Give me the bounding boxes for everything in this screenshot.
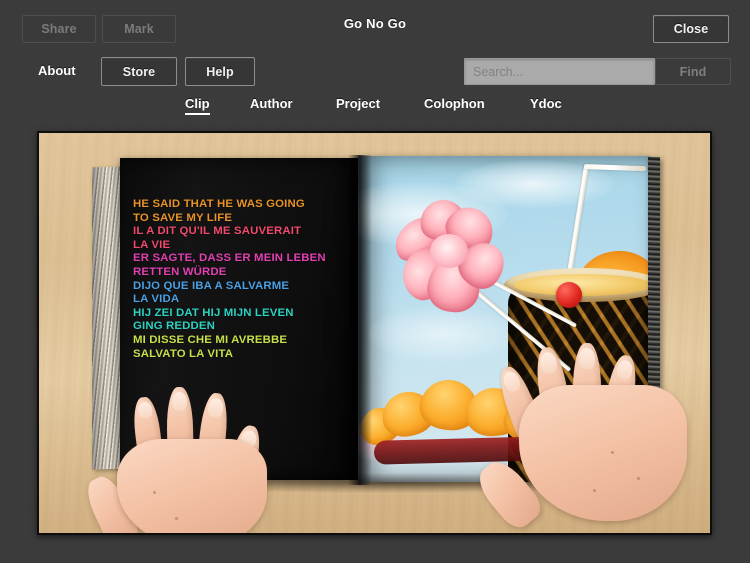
- skin-freckle: [153, 491, 156, 494]
- about-link[interactable]: About: [38, 63, 76, 78]
- cherry-garnish: [556, 282, 582, 308]
- open-book: HE SAID THAT HE WAS GOING TO SAVE MY LIFE…: [92, 155, 668, 493]
- tab-project[interactable]: Project: [336, 96, 380, 113]
- wood-grain-knot: [613, 483, 633, 495]
- poem-line: ER SAGTE, DASS ER MEIN LEBEN: [133, 252, 326, 265]
- poem-line: MI DISSE CHE MI AVREBBE: [133, 333, 288, 346]
- help-button[interactable]: Help: [185, 57, 255, 86]
- poem-line: HIJ ZEI DAT HIJ MIJN LEVEN: [133, 306, 294, 319]
- page-stack-right-edge: [648, 157, 660, 479]
- skin-freckle: [175, 517, 178, 520]
- window-title: Go No Go: [343, 16, 407, 31]
- tab-bar: Clip Author Project Colophon Ydoc: [0, 96, 750, 122]
- flower-center: [430, 234, 468, 268]
- pink-flower-garnish: [386, 194, 516, 322]
- poem-line: LA VIE: [133, 238, 171, 251]
- close-button[interactable]: Close: [653, 15, 729, 43]
- pineapple-flesh: [514, 274, 650, 296]
- tab-clip[interactable]: Clip: [185, 96, 210, 115]
- poem-line: DIJO QUE IBA A SALVARME: [133, 279, 290, 292]
- poem-line: LA VIDA: [133, 293, 180, 306]
- multilingual-poem: HE SAID THAT HE WAS GOING TO SAVE MY LIFE…: [133, 198, 347, 361]
- toolbar-primary: Share Mark Go No Go Close: [0, 0, 750, 48]
- tab-ydoc[interactable]: Ydoc: [530, 96, 562, 113]
- poem-line: SALVATO LA VITA: [133, 347, 234, 360]
- find-button[interactable]: Find: [655, 58, 731, 85]
- poem-line: TO SAVE MY LIFE: [133, 211, 233, 224]
- media-viewer[interactable]: HE SAID THAT HE WAS GOING TO SAVE MY LIFE…: [37, 131, 712, 535]
- book-page-left: HE SAID THAT HE WAS GOING TO SAVE MY LIFE…: [120, 158, 358, 480]
- tab-colophon[interactable]: Colophon: [424, 96, 485, 113]
- poem-line: HE SAID THAT HE WAS GOING: [133, 198, 305, 210]
- skin-freckle: [593, 489, 596, 492]
- book-page-right: [358, 156, 650, 482]
- book-photograph: HE SAID THAT HE WAS GOING TO SAVE MY LIFE…: [39, 133, 710, 533]
- poem-line: IL A DIT QU'IL ME SAUVERAIT: [133, 225, 302, 238]
- store-button[interactable]: Store: [101, 57, 177, 86]
- poem-line: RETTEN WÜRDE: [133, 265, 227, 278]
- application-window: Share Mark Go No Go Close About Store He…: [0, 0, 750, 563]
- search-input[interactable]: [464, 58, 655, 85]
- poem-line: GING REDDEN: [133, 320, 216, 333]
- tab-author[interactable]: Author: [250, 96, 293, 113]
- drinking-straw: [583, 164, 647, 172]
